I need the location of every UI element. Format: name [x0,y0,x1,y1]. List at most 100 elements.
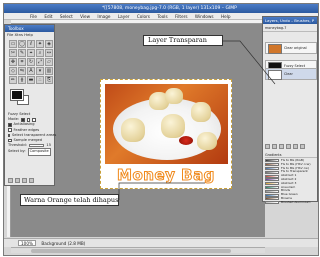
gradient-preview [265,170,279,174]
fuzzy-select-tool-icon[interactable]: ✦ [36,40,44,48]
delete-options-icon[interactable] [22,178,27,183]
gradients-title[interactable]: Gradients [265,153,317,158]
save-options-icon[interactable] [8,178,13,183]
lower-layer-icon[interactable] [279,144,284,149]
window-title-bar: *[[57808, moneybag.jpg-7.0 (RGB, 1 layer… [4,4,318,13]
gradient-preview [265,174,279,178]
raise-layer-icon[interactable] [272,144,277,149]
layers-dock: Layers, Undo – Brushes, P moneybag-7 Cle… [262,16,318,205]
tool-options: Fuzzy Select Mode: Antialiasing Feather … [5,110,56,158]
gradient-preview [265,197,279,201]
layer-item[interactable]: Clear original [265,42,317,54]
gradient-item[interactable]: Brushed Aluminium [265,201,317,205]
scale-tool-icon[interactable]: ⤢ [36,58,44,66]
clone-tool-icon[interactable]: ⎘ [45,76,53,84]
layer-item-selected[interactable]: Clear [265,68,317,80]
anchor-layer-icon[interactable] [293,144,298,149]
zoom-select[interactable]: 100% [18,240,36,246]
duplicate-layer-icon[interactable] [286,144,291,149]
menu-select[interactable]: Select [60,13,73,19]
paintbrush-tool-icon[interactable]: ᚕ [18,76,26,84]
menu-tools[interactable]: Tools [157,13,167,19]
layer-thumbnail [268,70,282,80]
shear-tool-icon[interactable]: ▱ [45,58,53,66]
layer-thumbnail [268,44,282,54]
menu-view[interactable]: View [80,13,90,19]
status-text: Background (2.8 MB) [41,241,86,246]
rotate-tool-icon[interactable]: ↻ [27,58,35,66]
pencil-tool-icon[interactable]: ✏ [9,76,17,84]
crop-tool-icon[interactable]: ⌗ [18,58,26,66]
menu-layer[interactable]: Layer [118,13,130,19]
select-transparent-checkbox[interactable] [8,133,10,138]
ellipse-select-tool-icon[interactable]: ◯ [18,40,26,48]
reset-options-icon[interactable] [29,178,34,183]
bucket-fill-tool-icon[interactable]: ▾ [36,67,44,75]
gradient-preview [265,163,279,167]
color-swatches [9,88,50,108]
dumpling [165,88,183,104]
gradient-preview [265,185,279,189]
restore-options-icon[interactable] [15,178,20,183]
paths-tool-icon[interactable]: ✎ [18,49,26,57]
perspective-tool-icon[interactable]: ◇ [9,67,17,75]
food-photo [105,84,228,164]
free-select-tool-icon[interactable]: ℓ [27,40,35,48]
window-title: *[[57808, moneybag.jpg-7.0 (RGB, 1 layer… [102,6,237,11]
toolbox-bottom-buttons [8,178,34,183]
dumpling [161,114,185,138]
scissors-tool-icon[interactable]: ✂ [9,49,17,57]
antialiasing-checkbox[interactable] [8,123,12,127]
gradient-preview [265,189,279,193]
image-selector[interactable]: moneybag-7 [263,24,317,32]
menu-file[interactable]: File [30,13,37,19]
status-bar: 100% Background (2.8 MB) [4,238,318,247]
delete-layer-icon[interactable] [300,144,305,149]
layer-name: Clear original [284,46,307,50]
mode-add-button[interactable] [26,118,31,122]
dock-title: Layers, Undo – Brushes, P [263,17,317,24]
flip-tool-icon[interactable]: ⇋ [18,67,26,75]
mode-replace-button[interactable] [21,118,25,122]
sample-merged-checkbox[interactable] [8,138,12,143]
blend-tool-icon[interactable]: ▥ [45,67,53,75]
measure-tool-icon[interactable]: ↔ [45,49,53,57]
select-by-dropdown[interactable]: Composite [27,148,51,156]
feather-checkbox[interactable] [8,128,12,132]
mode-subtract-button[interactable] [32,118,36,122]
select-by-label: Select by: [8,149,26,154]
menu-windows[interactable]: Windows [195,13,214,19]
dumpling [197,132,217,150]
gradients-list: FG to BG (RGB) FG to BG (HSV ccw) FG to BG… [265,159,317,205]
dumpling [191,102,211,122]
text-tool-icon[interactable]: A [27,67,35,75]
gradient-preview [265,182,279,186]
gradient-preview [265,178,279,182]
zoom-tool-icon[interactable]: ⌕ [36,49,44,57]
gradient-preview [265,193,279,197]
foreground-color-swatch[interactable] [10,89,24,101]
select-by-row: Select by: Composite [8,148,51,156]
menu-colors[interactable]: Colors [137,13,150,19]
toolbox-window: Toolbox File Xtns Help ▭ ◯ ℓ ✦ ◈ ✂ ✎ ⌖ ⌕… [4,24,56,186]
sauce-dish [179,136,193,145]
menu-image[interactable]: Image [97,13,110,19]
color-picker-tool-icon[interactable]: ⌖ [27,49,35,57]
menu-edit[interactable]: Edit [44,13,52,19]
gradient-preview [265,159,279,163]
new-layer-icon[interactable] [265,144,270,149]
money-bag-text: Money Bag [117,166,215,185]
menu-filters[interactable]: Filters [175,13,188,19]
color-select-tool-icon[interactable]: ◈ [45,40,53,48]
move-tool-icon[interactable]: ✥ [9,58,17,66]
airbrush-tool-icon[interactable]: ∴ [36,76,44,84]
horizontal-scrollbar[interactable] [11,247,265,253]
scrollbar-thumb[interactable] [31,249,231,253]
rect-select-tool-icon[interactable]: ▭ [9,40,17,48]
menu-help[interactable]: Help [221,13,231,19]
gradient-preview [265,166,279,170]
threshold-slider[interactable] [28,144,45,148]
image-canvas[interactable]: Money Bag [100,79,232,189]
eraser-tool-icon[interactable]: ▬ [27,76,35,84]
tool-grid: ▭ ◯ ℓ ✦ ◈ ✂ ✎ ⌖ ⌕ ↔ ✥ ⌗ ↻ ⤢ ▱ ◇ ⇋ A ▾ ▥ … [5,38,54,86]
